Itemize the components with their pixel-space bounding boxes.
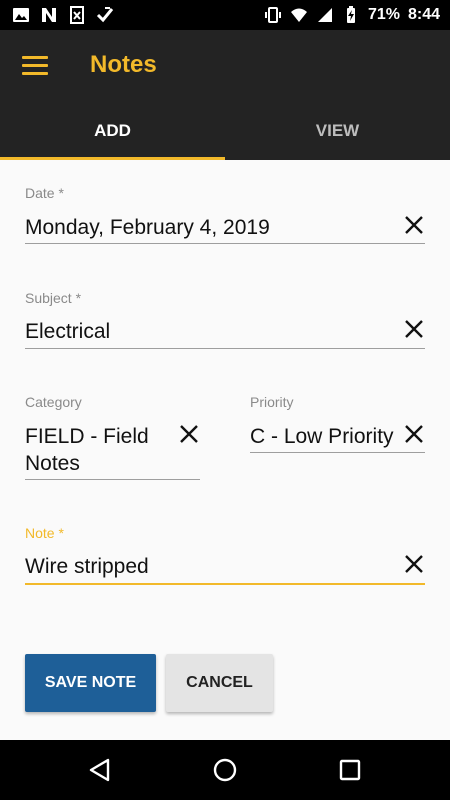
tab-view[interactable]: VIEW xyxy=(225,102,450,160)
date-clear-icon[interactable] xyxy=(403,214,425,236)
system-nav-bar xyxy=(0,740,450,800)
status-bar-notifications xyxy=(12,6,114,24)
image-icon xyxy=(13,8,29,22)
priority-underline xyxy=(250,452,425,453)
date-field[interactable]: Date * Monday, February 4, 2019 xyxy=(25,185,425,247)
note-label: Note * xyxy=(25,525,64,541)
app-title: Notes xyxy=(90,51,157,78)
subject-label: Subject * xyxy=(25,290,82,306)
recents-icon[interactable] xyxy=(336,756,364,784)
subject-field[interactable]: Subject * Electrical xyxy=(25,290,425,352)
note-field[interactable]: Note * Wire stripped xyxy=(25,525,425,587)
tab-add-label: ADD xyxy=(94,121,131,140)
status-bar: 71% 8:44 xyxy=(0,0,450,30)
back-icon[interactable] xyxy=(86,756,114,784)
cancel-button[interactable]: CANCEL xyxy=(166,654,273,712)
wifi-icon xyxy=(290,8,307,22)
subject-value[interactable]: Electrical xyxy=(25,318,110,345)
tab-view-label: VIEW xyxy=(315,121,360,140)
home-icon[interactable] xyxy=(211,756,239,784)
n-app-icon xyxy=(42,8,56,22)
battery-charging-icon xyxy=(346,6,355,23)
subject-clear-icon[interactable] xyxy=(403,318,425,340)
vibrate-icon xyxy=(264,7,281,23)
priority-clear-icon[interactable] xyxy=(403,423,425,445)
subject-underline xyxy=(25,348,425,349)
save-note-button[interactable]: SAVE NOTE xyxy=(25,654,156,712)
hamburger-menu-icon[interactable] xyxy=(22,56,48,76)
signal-icon xyxy=(317,8,332,22)
battery-percent: 71% xyxy=(367,6,400,23)
priority-field[interactable]: Priority C - Low Priority xyxy=(250,394,425,456)
category-clear-icon[interactable] xyxy=(178,423,200,445)
check-flag-icon xyxy=(96,7,114,23)
category-field[interactable]: Category FIELD - Field Notes xyxy=(25,394,200,484)
category-label: Category xyxy=(25,394,82,410)
status-time: 8:44 xyxy=(407,6,440,23)
note-clear-icon[interactable] xyxy=(403,553,425,575)
priority-label: Priority xyxy=(250,394,294,410)
priority-value[interactable]: C - Low Priority xyxy=(250,423,402,450)
date-label: Date * xyxy=(25,185,64,201)
app-bar: Notes ADD VIEW xyxy=(0,30,450,160)
category-value[interactable]: FIELD - Field Notes xyxy=(25,423,165,477)
note-value[interactable]: Wire stripped xyxy=(25,553,149,580)
category-underline xyxy=(25,479,200,480)
tab-add[interactable]: ADD xyxy=(0,102,225,160)
tab-selected-indicator xyxy=(0,157,225,160)
sheet-x-icon xyxy=(70,6,84,24)
date-underline xyxy=(25,243,425,244)
date-value[interactable]: Monday, February 4, 2019 xyxy=(25,214,270,241)
status-bar-system: 71% 8:44 xyxy=(264,5,440,25)
note-underline xyxy=(25,583,425,585)
